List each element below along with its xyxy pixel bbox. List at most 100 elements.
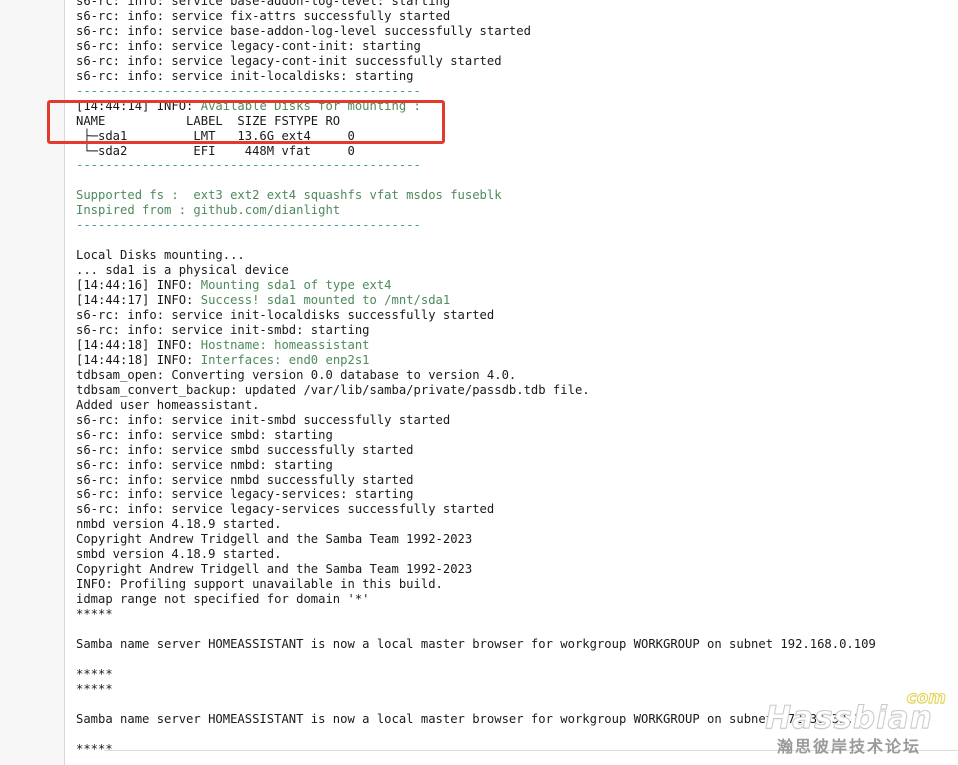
site-watermark: Hassbian com 瀚思彼岸技术论坛 — [754, 688, 947, 756]
log-line: [14:44:18] INFO: Hostname: homeassistant — [76, 338, 948, 353]
log-line: s6-rc: info: service base-addon-log-leve… — [76, 0, 948, 9]
log-line: [14:44:14] INFO: Available Disks for mou… — [76, 99, 948, 114]
log-segment: s6-rc: info: service init-localdisks suc… — [76, 308, 495, 323]
log-segment: NAME LABEL SIZE FSTYPE RO — [76, 113, 341, 128]
log-line: ***** — [76, 667, 948, 682]
log-line: s6-rc: info: service smbd: starting — [76, 428, 948, 443]
log-line: ├─sda1 LMT 13.6G ext4 0 — [76, 129, 948, 144]
log-line: s6-rc: info: service init-smbd successfu… — [76, 413, 948, 428]
log-segment: [14:44:18] INFO: — [76, 337, 201, 352]
log-segment: Mounting sda1 of type ext4 — [200, 278, 392, 293]
log-line: └─sda2 EFI 448M vfat 0 — [76, 144, 948, 159]
log-line: s6-rc: info: service legacy-cont-init: s… — [76, 39, 948, 54]
watermark-subtitle: 瀚思彼岸技术论坛 — [776, 737, 921, 756]
log-segment: ***** — [76, 741, 113, 756]
log-line: [14:44:16] INFO: Mounting sda1 of type e… — [76, 278, 948, 293]
log-line: Inspired from : github.com/dianlight — [76, 203, 948, 218]
log-line: s6-rc: info: service smbd successfully s… — [76, 443, 948, 458]
log-segment: nmbd version 4.18.9 started. — [76, 517, 282, 532]
log-segment: INFO: Profiling support unavailable in t… — [76, 577, 443, 592]
log-line: s6-rc: info: service nmbd successfully s… — [76, 473, 948, 488]
log-segment: Copyright Andrew Tridgell and the Samba … — [76, 532, 473, 547]
page-root: s6-rc: info: service base-addon-log-leve… — [0, 0, 958, 765]
log-segment: ----------------------------------------… — [76, 83, 421, 98]
log-segment: ***** — [76, 666, 113, 681]
log-segment: s6-rc: info: service base-addon-log-leve… — [76, 23, 531, 38]
log-line: nmbd version 4.18.9 started. — [76, 517, 948, 532]
log-segment: Added user homeassistant. — [76, 397, 260, 412]
log-line: ----------------------------------------… — [76, 218, 948, 233]
log-line: ... sda1 is a physical device — [76, 263, 948, 278]
log-line: s6-rc: info: service init-localdisks suc… — [76, 308, 948, 323]
log-line: tdbsam_open: Converting version 0.0 data… — [76, 368, 948, 383]
log-line: s6-rc: info: service base-addon-log-leve… — [76, 24, 948, 39]
log-line: [14:44:18] INFO: Interfaces: end0 enp2s1 — [76, 353, 948, 368]
log-segment: s6-rc: info: service init-localdisks: st… — [76, 68, 414, 83]
log-line: Copyright Andrew Tridgell and the Samba … — [76, 562, 948, 577]
log-line: NAME LABEL SIZE FSTYPE RO — [76, 114, 948, 129]
log-line: s6-rc: info: service init-localdisks: st… — [76, 69, 948, 84]
log-line: s6-rc: info: service nmbd: starting — [76, 458, 948, 473]
log-segment: [14:44:18] INFO: — [76, 352, 201, 367]
log-segment: s6-rc: info: service legacy-services: st… — [76, 487, 414, 502]
left-gutter — [0, 0, 65, 765]
log-segment: Supported fs : ext3 ext2 ext4 squashfs v… — [76, 188, 502, 203]
terminal-log-output: s6-rc: info: service base-addon-log-leve… — [76, 0, 948, 757]
log-segment: s6-rc: info: service fix-attrs successfu… — [76, 8, 451, 23]
log-segment: Samba name server HOMEASSISTANT is now a… — [76, 636, 876, 651]
log-line: s6-rc: info: service legacy-services suc… — [76, 502, 948, 517]
log-line: s6-rc: info: service init-smbd: starting — [76, 323, 948, 338]
log-line: Local Disks mounting... — [76, 248, 948, 263]
log-segment: └─sda2 EFI 448M vfat 0 — [76, 143, 355, 158]
log-line: ***** — [76, 607, 948, 622]
log-line: Supported fs : ext3 ext2 ext4 squashfs v… — [76, 188, 948, 203]
log-segment: tdbsam_convert_backup: updated /var/lib/… — [76, 382, 590, 397]
log-segment: tdbsam_open: Converting version 0.0 data… — [76, 367, 517, 382]
log-segment: s6-rc: info: service init-smbd successfu… — [76, 412, 451, 427]
log-segment: Available Disks for mounting : — [200, 98, 421, 113]
log-segment: [14:44:17] INFO: — [76, 293, 201, 308]
log-segment: [14:44:16] INFO: — [76, 278, 201, 293]
log-line: tdbsam_convert_backup: updated /var/lib/… — [76, 383, 948, 398]
log-segment: [14:44:14] INFO: — [76, 98, 201, 113]
log-segment: ----------------------------------------… — [76, 218, 421, 233]
log-line: s6-rc: info: service legacy-services: st… — [76, 487, 948, 502]
log-line: Samba name server HOMEASSISTANT is now a… — [76, 637, 948, 652]
log-segment: Local Disks mounting... — [76, 248, 245, 263]
log-segment: ├─sda1 LMT 13.6G ext4 0 — [76, 128, 355, 143]
log-segment: ***** — [76, 681, 113, 696]
log-segment: ***** — [76, 607, 113, 622]
log-line: ----------------------------------------… — [76, 84, 948, 99]
log-segment: s6-rc: info: service legacy-cont-init: s… — [76, 38, 421, 53]
log-segment: Hostname: homeassistant — [200, 337, 370, 352]
log-line: INFO: Profiling support unavailable in t… — [76, 577, 948, 592]
log-segment: ... sda1 is a physical device — [76, 263, 289, 278]
log-segment: Interfaces: end0 enp2s1 — [200, 352, 370, 367]
log-line: ----------------------------------------… — [76, 158, 948, 173]
log-segment: Success! sda1 mounted to /mnt/sda1 — [200, 293, 451, 308]
log-line: Copyright Andrew Tridgell and the Samba … — [76, 532, 948, 547]
log-segment: ----------------------------------------… — [76, 158, 421, 173]
log-segment: Samba name server HOMEASSISTANT is now a… — [76, 711, 862, 726]
log-line: idmap range not specified for domain '*' — [76, 592, 948, 607]
log-line: smbd version 4.18.9 started. — [76, 547, 948, 562]
log-line: Added user homeassistant. — [76, 398, 948, 413]
log-segment: s6-rc: info: service smbd successfully s… — [76, 442, 414, 457]
log-line: [14:44:17] INFO: Success! sda1 mounted t… — [76, 293, 948, 308]
log-segment: s6-rc: info: service legacy-cont-init su… — [76, 53, 502, 68]
log-line: s6-rc: info: service fix-attrs successfu… — [76, 9, 948, 24]
log-segment: s6-rc: info: service nmbd: starting — [76, 457, 333, 472]
log-segment: Copyright Andrew Tridgell and the Samba … — [76, 562, 473, 577]
log-line: s6-rc: info: service legacy-cont-init su… — [76, 54, 948, 69]
log-segment: smbd version 4.18.9 started. — [76, 547, 282, 562]
log-segment: s6-rc: info: service init-smbd: starting — [76, 322, 370, 337]
log-line: ***** — [76, 682, 948, 697]
watermark-tld: com — [906, 688, 946, 709]
log-segment: idmap range not specified for domain '*' — [76, 592, 370, 607]
log-segment: s6-rc: info: service smbd: starting — [76, 427, 333, 442]
log-segment: s6-rc: info: service legacy-services suc… — [76, 502, 495, 517]
